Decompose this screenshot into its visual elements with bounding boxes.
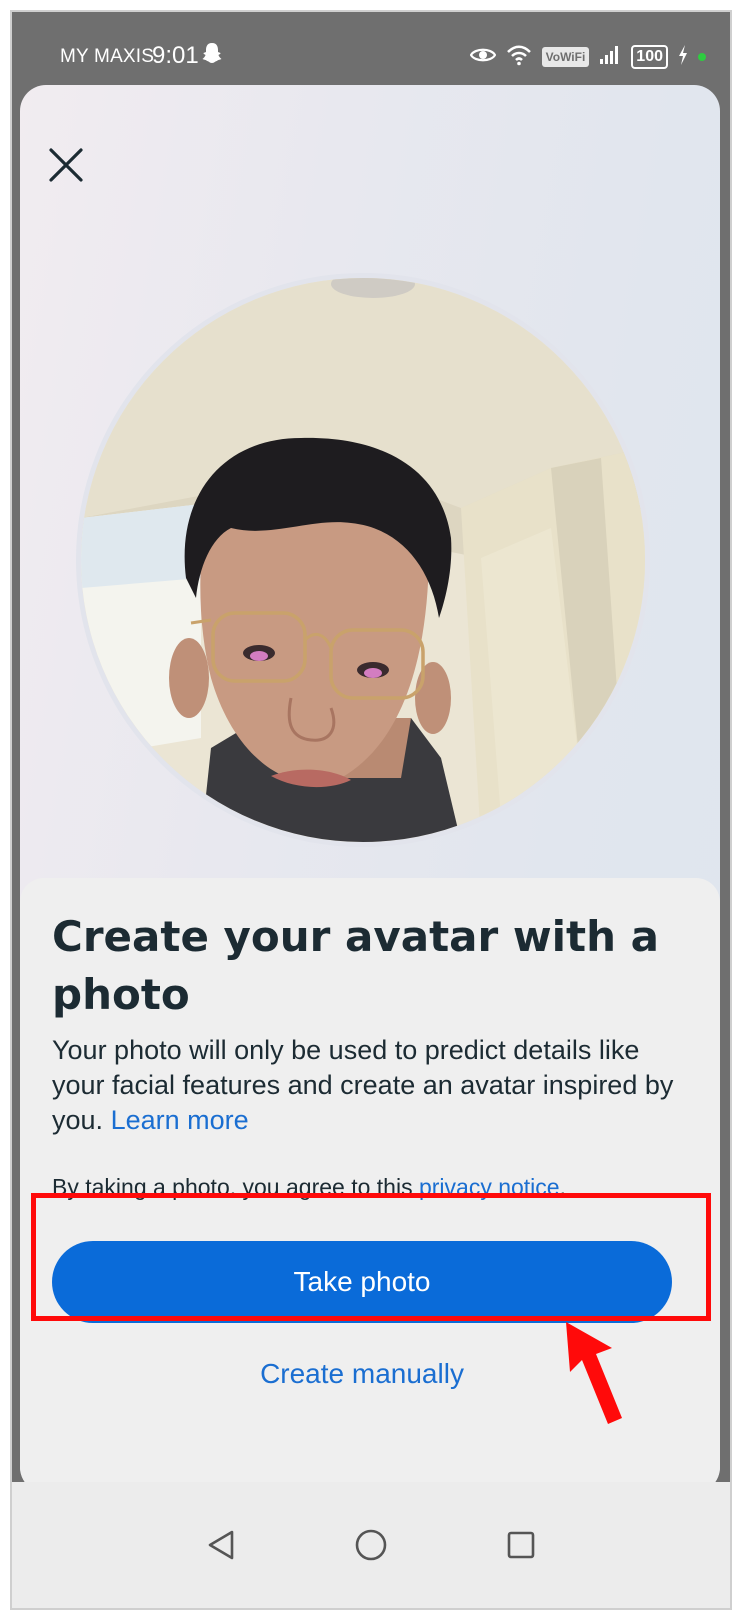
info-card: Create your avatar with a photo Your pho… (20, 878, 720, 1493)
recents-square-icon (507, 1531, 535, 1559)
close-icon (49, 148, 83, 182)
navigation-bar (12, 1482, 730, 1608)
camera-preview (76, 273, 650, 847)
wifi-icon (506, 44, 532, 71)
clock: 9:01 (152, 42, 199, 69)
take-photo-button[interactable]: Take photo (52, 1241, 672, 1323)
back-button[interactable] (201, 1525, 241, 1565)
back-triangle-icon (208, 1530, 234, 1560)
home-circle-icon (355, 1529, 387, 1561)
recents-button[interactable] (501, 1525, 541, 1565)
consent-prefix: By taking a photo, you agree to this (52, 1174, 413, 1200)
eye-icon (469, 46, 496, 69)
camera-feed-image (81, 278, 645, 842)
charging-bolt-icon (678, 44, 688, 70)
create-manually-link[interactable]: Create manually (20, 1358, 704, 1390)
home-button[interactable] (351, 1525, 391, 1565)
consent-text: By taking a photo, you agree to this pri… (52, 1172, 692, 1202)
card-title: Create your avatar with a photo (52, 912, 659, 1019)
avatar-sheet: Create your avatar with a photo Your pho… (20, 85, 720, 1493)
consent-suffix: . (559, 1174, 566, 1200)
signal-icon (599, 45, 621, 70)
privacy-notice-link[interactable]: privacy notice (419, 1174, 560, 1200)
privacy-indicator-dot (698, 53, 706, 61)
status-icons: VoWiFi 100 (469, 42, 706, 72)
close-button[interactable] (44, 143, 88, 187)
status-bar: MY MAXIS 9:01 VoWiFi 100 (12, 12, 730, 92)
carrier-label: MY MAXIS (60, 46, 155, 67)
card-description: Your photo will only be used to predict … (52, 1033, 692, 1138)
vowifi-badge: VoWiFi (541, 47, 590, 67)
phone-screen: MY MAXIS 9:01 VoWiFi 100 Create your ava… (10, 10, 732, 1610)
learn-more-link[interactable]: Learn more (111, 1105, 249, 1135)
battery-level: 100 (631, 45, 668, 69)
snapchat-ghost-icon (202, 42, 222, 69)
